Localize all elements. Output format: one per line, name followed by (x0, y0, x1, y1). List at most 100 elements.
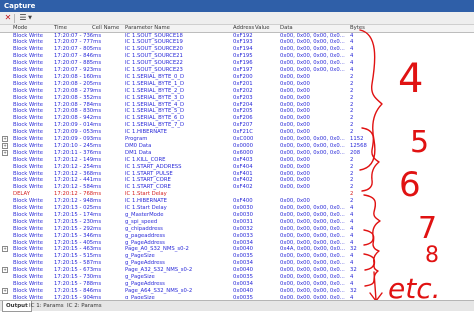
cell-bytes: 4 (350, 67, 354, 73)
table-row[interactable]: Block Write 17:20:08 - 942ms IC 1.SERIAL_B… (0, 115, 474, 122)
table-row[interactable]: Block Write 17:20:07 - 885ms IC 1.SOUT_SOU… (0, 60, 474, 67)
cell-address: 0x0035 (233, 294, 253, 299)
column-header-data[interactable]: Data (280, 25, 293, 32)
cell-bytes: 2 (350, 101, 354, 108)
table-row[interactable]: Block Write 17:20:15 - 292ms g_chipaddress… (0, 226, 474, 233)
table-row[interactable]: + Block Write 17:20:09 - 093ms Program 0xC00… (0, 136, 474, 143)
cell-mode: Block Write (13, 142, 43, 149)
cell-address: 0xF404 (233, 163, 253, 170)
cell-time: 17:20:07 - 846ms (54, 53, 102, 60)
cell-data: 0x00, 0x00 (280, 156, 310, 163)
cell-time: 17:20:15 - 463ms (54, 246, 102, 253)
tab-ic2-params[interactable]: IC 2: Params (64, 301, 105, 311)
cell-mode: Block Write (13, 129, 43, 136)
column-header-parameter-name[interactable]: Parameter Name (125, 25, 170, 32)
table-row[interactable]: + Block Write 17:20:15 - 673ms Page_A32_S32… (0, 267, 474, 274)
table-row[interactable]: + Block Write 17:20:11 - 376ms DM1 Data 0x60… (0, 149, 474, 157)
cell-parameter-name: IC 1.START_ADDRESS (125, 163, 182, 170)
table-row[interactable]: Block Write 17:20:07 - 923ms IC 1.SOUT_SOU… (0, 67, 474, 74)
cell-bytes: 4 (350, 218, 354, 225)
expand-icon[interactable]: + (2, 136, 8, 142)
table-row[interactable]: + Block Write 17:20:15 - 463ms Page_A0_S32_… (0, 246, 474, 253)
table-row[interactable]: Block Write 17:20:07 - 777ms IC 1.SOUT_SOU… (0, 39, 474, 46)
tab-ic1-params[interactable]: IC 1: Params (26, 301, 67, 311)
cell-time: 17:20:15 - 587ms (54, 260, 102, 267)
column-header-address[interactable]: Address (233, 25, 254, 32)
expand-icon[interactable]: + (2, 267, 8, 274)
table-row[interactable]: Block Write 17:20:12 - 584ms IC 1.START_CO… (0, 184, 474, 191)
cell-address: 0x0032 (233, 225, 253, 232)
table-row[interactable]: Block Write 17:20:12 - 948ms IC 1.HIBERNAT… (0, 198, 474, 205)
cell-mode: DELAY (13, 191, 30, 198)
table-row[interactable]: Block Write 17:20:09 - 014ms IC 1.SERIAL_B… (0, 122, 474, 129)
table-row[interactable]: Block Write 17:20:15 - 904ms g_PageSize 0x0… (0, 295, 474, 299)
cell-parameter-name: g_spi_speed (125, 218, 158, 225)
table-row[interactable]: + Block Write 17:20:10 - 245ms DM0 Data 0x00… (0, 142, 474, 150)
column-header-time[interactable]: Time (54, 25, 67, 32)
cell-parameter-name: Page_A64_S32_NMS_s0-2 (125, 287, 193, 294)
table-row[interactable]: Block Write 17:20:15 - 174ms g_MasterMode 0… (0, 212, 474, 219)
cell-bytes: 4 (350, 60, 354, 67)
table-row[interactable]: Block Write 17:20:07 - 846ms IC 1.SOUT_SOU… (0, 53, 474, 60)
cell-parameter-name: IC 1.SERIAL_BYTE_6_D (125, 115, 185, 122)
table-row[interactable]: Block Write 17:20:13 - 025ms IC 1.Start De… (0, 205, 474, 212)
expand-icon[interactable]: + (2, 142, 8, 149)
table-row[interactable]: Block Write 17:20:09 - 053ms IC 1.HIBERNAT… (0, 129, 474, 136)
cell-parameter-name: Page_A32_S32_NMS_s0-2 (125, 267, 193, 274)
cell-time: 17:20:09 - 014ms (54, 122, 102, 129)
table-row[interactable]: Block Write 17:20:15 - 730ms g_PageSize 0x0… (0, 274, 474, 281)
bottom-tab-bar: Output IC 1: Params IC 2: Params (0, 300, 474, 312)
cell-mode: Block Write (13, 53, 43, 60)
cell-bytes: 4 (350, 294, 354, 299)
cell-bytes: 4 (350, 253, 354, 260)
cell-bytes: 32 (350, 287, 357, 294)
table-row[interactable]: Block Write 17:20:15 - 587ms g_PageAddress… (0, 260, 474, 267)
table-row[interactable]: + Block Write 17:20:15 - 846ms Page_A64_S32… (0, 287, 474, 295)
table-row[interactable]: Block Write 17:20:08 - 160ms IC 1.SERIAL_B… (0, 74, 474, 81)
cell-address: 0xF194 (233, 46, 253, 53)
cell-address: 0x0035 (233, 253, 253, 260)
cell-address: 0xF201 (233, 80, 253, 87)
column-header-cell-name[interactable]: Cell Name (92, 25, 119, 32)
column-header-value[interactable]: Value (255, 25, 270, 32)
table-row[interactable]: Block Write 17:20:08 - 205ms IC 1.SERIAL_B… (0, 81, 474, 88)
cell-data: 0x00, 0x00 (280, 198, 310, 205)
cell-bytes: 2 (350, 191, 354, 198)
table-row[interactable]: Block Write 17:20:15 - 230ms g_spi_speed 0x… (0, 219, 474, 226)
table-row[interactable]: Block Write 17:20:08 - 830ms IC 1.SERIAL_B… (0, 108, 474, 115)
table-row[interactable]: Block Write 17:20:15 - 346ms g_pageaddress… (0, 233, 474, 240)
table-row[interactable]: Block Write 17:20:12 - 254ms IC 1.START_AD… (0, 164, 474, 171)
table-row[interactable]: Block Write 17:20:07 - 736ms IC 1.SOUT_SOU… (0, 33, 474, 40)
table-row[interactable]: Block Write 17:20:12 - 368ms IC 1.START_PU… (0, 171, 474, 178)
expand-icon[interactable]: + (2, 149, 8, 156)
expand-icon[interactable]: + (2, 246, 8, 253)
table-row[interactable]: Block Write 17:20:15 - 515ms g_PageSize 0x0… (0, 253, 474, 260)
cell-address: 0x0033 (233, 232, 253, 239)
expand-icon[interactable]: + (2, 287, 8, 294)
cell-bytes: 1152 (350, 136, 364, 142)
close-icon[interactable]: ✕ (2, 13, 14, 23)
cell-time: 17:20:08 - 352ms (54, 94, 102, 101)
table-row[interactable]: Block Write 17:20:15 - 405ms g_PageAddress… (0, 240, 474, 247)
cell-time: 17:20:10 - 245ms (54, 142, 102, 149)
table-row[interactable]: Block Write 17:20:08 - 279ms IC 1.SERIAL_B… (0, 88, 474, 95)
table-row[interactable]: Block Write 17:20:08 - 784ms IC 1.SERIAL_B… (0, 102, 474, 109)
table-row[interactable]: Block Write 17:20:12 - 441ms IC 1.START_CO… (0, 177, 474, 184)
cell-bytes: 4 (350, 211, 354, 218)
cell-address: 0x0040 (233, 267, 253, 274)
cell-data: 0x00, 0x00 (280, 170, 310, 177)
cell-time: 17:20:08 - 205ms (54, 80, 102, 87)
cell-data: 0x00, 0x00, 0x00, 0x0... (280, 39, 345, 46)
table-row[interactable]: DELAY 17:20:12 - 768ms IC 1.Start Delay 2 (0, 191, 474, 198)
table-row[interactable]: Block Write 17:20:07 - 805ms IC 1.SOUT_SOU… (0, 46, 474, 53)
chevron-down-icon[interactable]: ▼ (27, 13, 33, 23)
column-header-bytes[interactable]: Bytes (350, 25, 365, 32)
table-row[interactable]: Block Write 17:20:08 - 352ms IC 1.SERIAL_B… (0, 95, 474, 102)
column-header-mode[interactable]: Mode (13, 25, 27, 32)
cell-bytes: 2 (350, 163, 354, 170)
cell-data: 0x00, 0x00, 0x00, 0x0... (280, 53, 345, 60)
table-row[interactable]: Block Write 17:20:12 - 149ms IC 1.KILL_COR… (0, 157, 474, 164)
cell-data: 0x00, 0x00 (280, 163, 310, 170)
cell-mode: Block Write (13, 274, 43, 280)
table-row[interactable]: Block Write 17:20:15 - 788ms g_PageAddress… (0, 281, 474, 288)
